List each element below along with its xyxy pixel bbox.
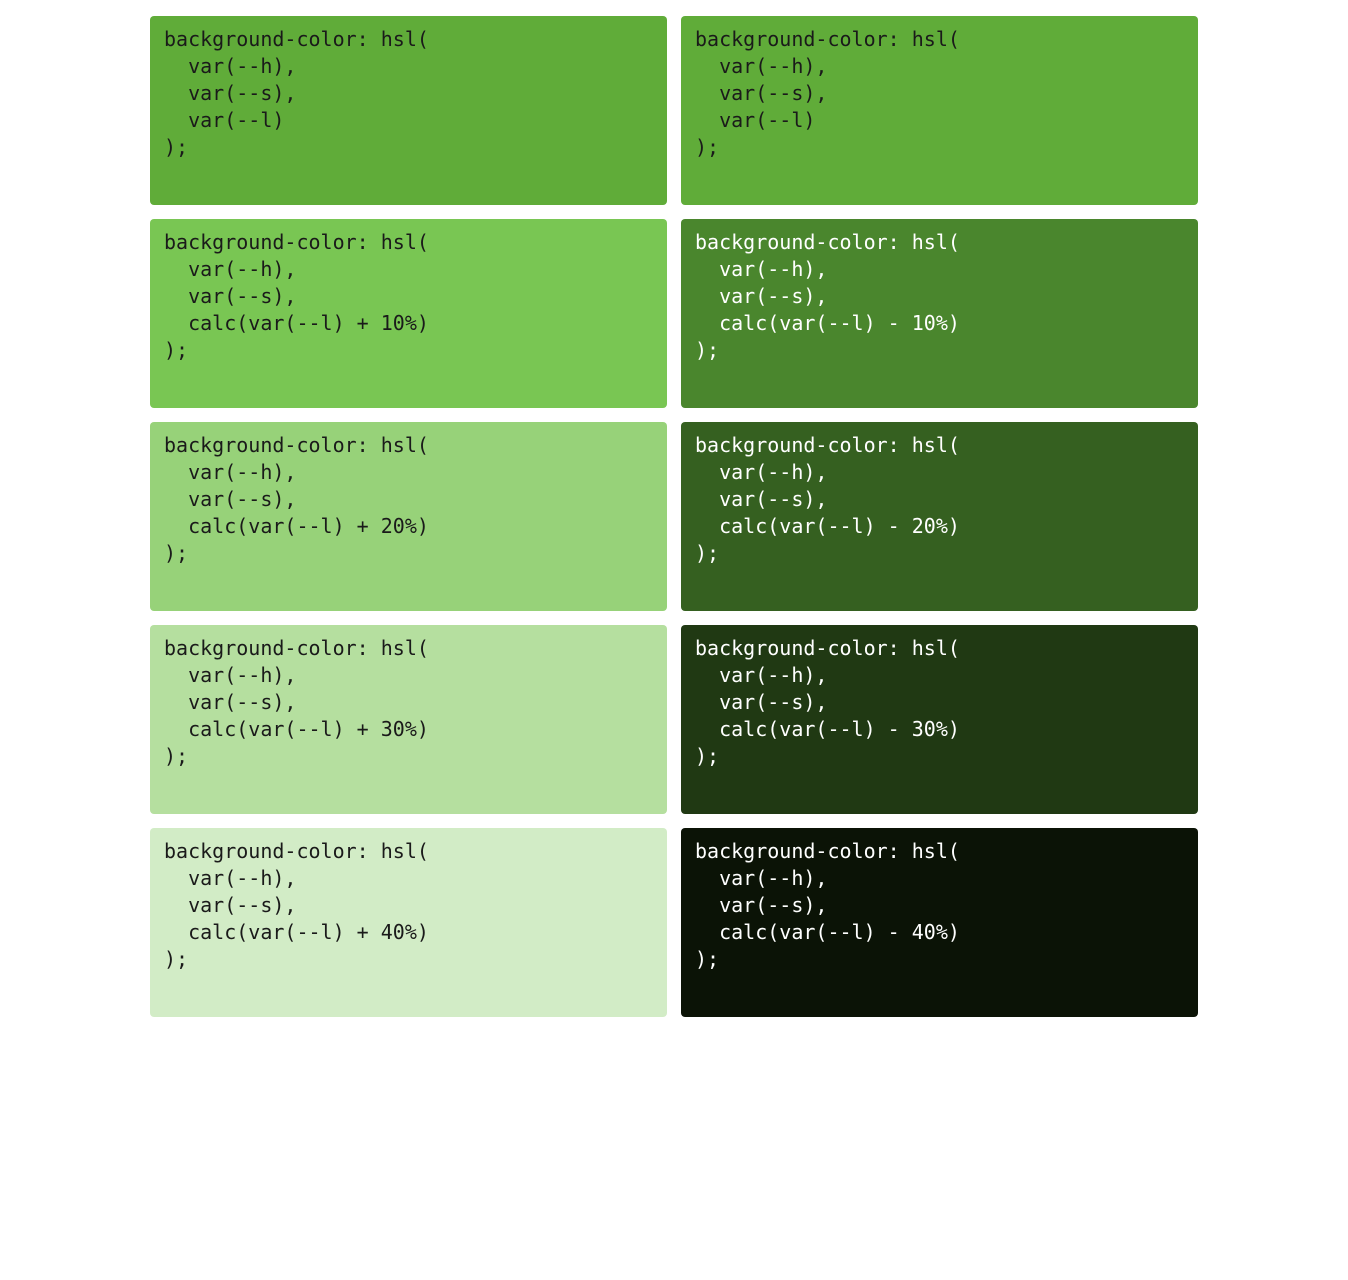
swatch-lighter-40: background-color: hsl( var(--h), var(--s…: [150, 828, 667, 1017]
swatch-lighter-30: background-color: hsl( var(--h), var(--s…: [150, 625, 667, 814]
swatch-darker-40: background-color: hsl( var(--h), var(--s…: [681, 828, 1198, 1017]
swatch-grid: background-color: hsl( var(--h), var(--s…: [150, 16, 1198, 1017]
swatch-lighter-10: background-color: hsl( var(--h), var(--s…: [150, 219, 667, 408]
swatch-darker-20: background-color: hsl( var(--h), var(--s…: [681, 422, 1198, 611]
swatch-base-left: background-color: hsl( var(--h), var(--s…: [150, 16, 667, 205]
swatch-base-right: background-color: hsl( var(--h), var(--s…: [681, 16, 1198, 205]
swatch-lighter-20: background-color: hsl( var(--h), var(--s…: [150, 422, 667, 611]
swatch-darker-30: background-color: hsl( var(--h), var(--s…: [681, 625, 1198, 814]
swatch-darker-10: background-color: hsl( var(--h), var(--s…: [681, 219, 1198, 408]
